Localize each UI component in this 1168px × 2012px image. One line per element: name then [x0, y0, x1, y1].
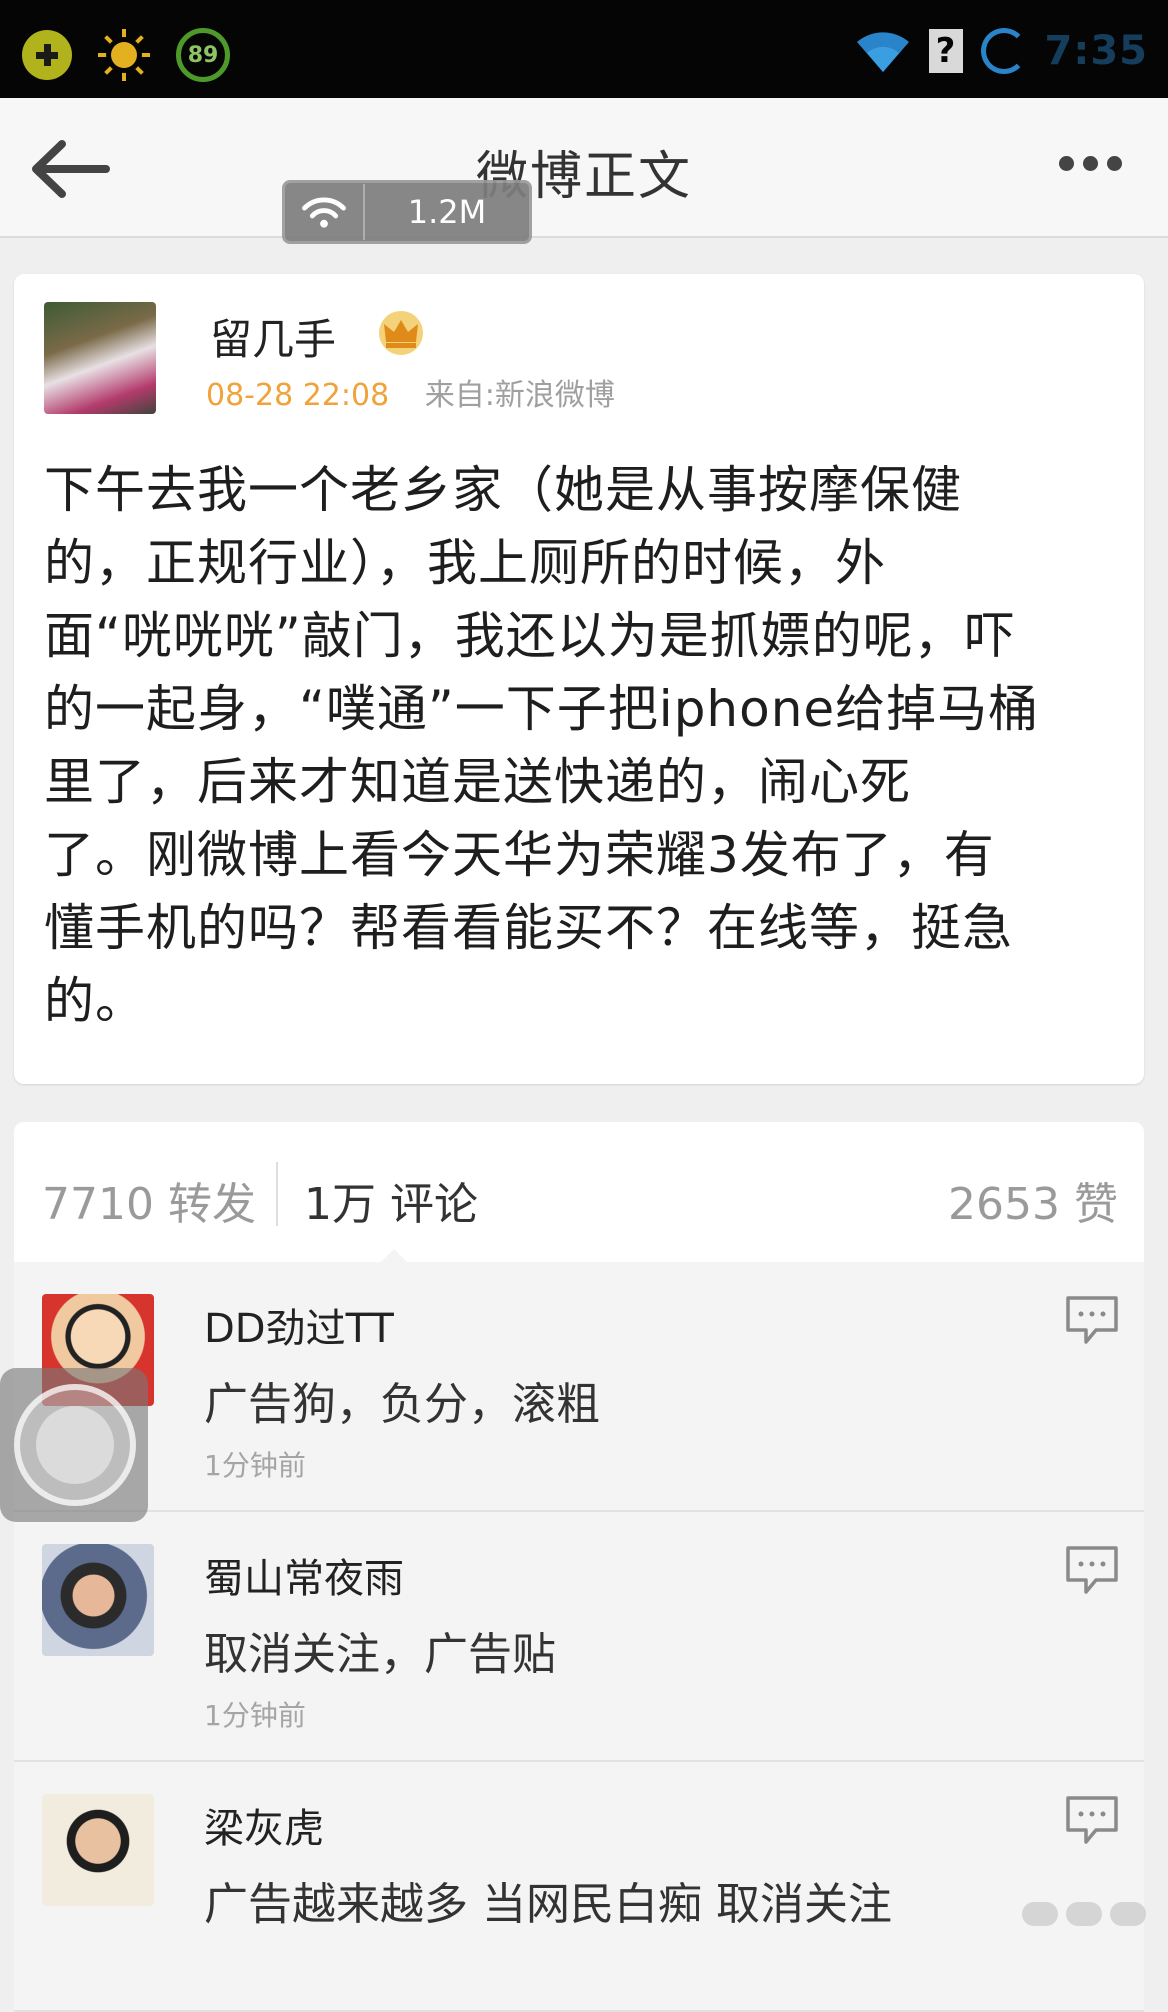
post-time: 08-28 22:08	[206, 378, 389, 413]
reply-comment-icon[interactable]	[1064, 1294, 1120, 1346]
post-card: 留几手 08-28 22:08 来自:新浪微博 下午去我一个老乡家（她是从事按摩…	[14, 274, 1144, 1084]
post-body: 下午去我一个老乡家（她是从事按摩保健 的，正规行业），我上厕所的时候，外 面“咣…	[44, 454, 1124, 1038]
list-item[interactable]: 梁灰虎 广告越来越多 当网民白痴 取消关注	[14, 1762, 1144, 2012]
comment-text: 取消关注，广告贴	[204, 1618, 556, 1682]
post-line: 懂手机的吗？帮看看能买不？在线等，挺急	[44, 892, 1124, 965]
comment-author[interactable]: 蜀山常夜雨	[204, 1546, 404, 1604]
crown-icon	[376, 310, 426, 356]
tab-comments[interactable]: 1万 评论	[304, 1168, 478, 1232]
network-speed-badge: 1.2M	[282, 180, 532, 244]
post-line: 的，正规行业），我上厕所的时候，外	[44, 527, 1124, 600]
sim-unknown-icon: ?	[929, 29, 963, 73]
page-title: 微博正文	[0, 134, 1168, 209]
tab-reposts[interactable]: 7710 转发	[42, 1168, 256, 1232]
comment-time: 1分钟前	[204, 1694, 306, 1734]
assistive-touch-icon	[14, 1384, 136, 1506]
more-dots-icon[interactable]	[1059, 156, 1122, 171]
wifi-icon	[855, 28, 911, 74]
post-line: 的。	[44, 965, 1124, 1038]
status-bar: 89 ? 7:35	[0, 0, 1168, 98]
reply-comment-icon[interactable]	[1064, 1794, 1120, 1846]
app-plus-icon	[22, 30, 72, 80]
comment-author[interactable]: 梁灰虎	[204, 1796, 324, 1854]
post-stats: 7710 转发 1万 评论 2653 赞	[14, 1122, 1144, 1262]
list-item[interactable]: 蜀山常夜雨 取消关注，广告贴 1分钟前	[14, 1512, 1144, 1762]
post-line: 的一起身，“噗通”一下子把iphone给掉马桶	[44, 673, 1124, 746]
battery-ring-icon: 89	[176, 28, 230, 82]
assistive-touch-button[interactable]	[0, 1368, 148, 1522]
post-line: 了。刚微博上看今天华为荣耀3发布了，有	[44, 819, 1124, 892]
watermark	[1022, 1902, 1146, 1926]
title-bar: 微博正文	[0, 98, 1168, 238]
comment-text: 广告越来越多 当网民白痴 取消关注	[204, 1868, 892, 1932]
comment-author[interactable]: DD劲过TT	[204, 1296, 394, 1354]
list-item[interactable]: DD劲过TT 广告狗，负分，滚粗 1分钟前	[14, 1262, 1144, 1512]
network-speed: 1.2M	[365, 193, 529, 231]
avatar[interactable]	[42, 1794, 154, 1906]
sync-icon	[981, 28, 1027, 74]
wifi-icon	[285, 184, 365, 240]
sun-icon	[98, 29, 150, 81]
post-author[interactable]: 留几手	[210, 306, 336, 367]
comment-text: 广告狗，负分，滚粗	[204, 1368, 600, 1432]
avatar[interactable]	[44, 302, 156, 414]
divider	[276, 1162, 278, 1226]
post-line: 面“咣咣咣”敲门，我还以为是抓嫖的呢，吓	[44, 600, 1124, 673]
comment-list: DD劲过TT 广告狗，负分，滚粗 1分钟前 蜀山常夜雨 取消关注，广告贴 1分钟…	[14, 1262, 1144, 2012]
post-line: 里了，后来才知道是送快递的，闹心死	[44, 746, 1124, 819]
status-time: 7:35	[1045, 28, 1149, 74]
comment-time: 1分钟前	[204, 1444, 306, 1484]
reply-comment-icon[interactable]	[1064, 1544, 1120, 1596]
post-line: 下午去我一个老乡家（她是从事按摩保健	[44, 454, 1124, 527]
post-meta: 08-28 22:08 来自:新浪微博	[206, 370, 615, 414]
tab-likes[interactable]: 2653 赞	[948, 1168, 1118, 1232]
avatar[interactable]	[42, 1544, 154, 1656]
post-source: 来自:新浪微博	[425, 378, 615, 413]
